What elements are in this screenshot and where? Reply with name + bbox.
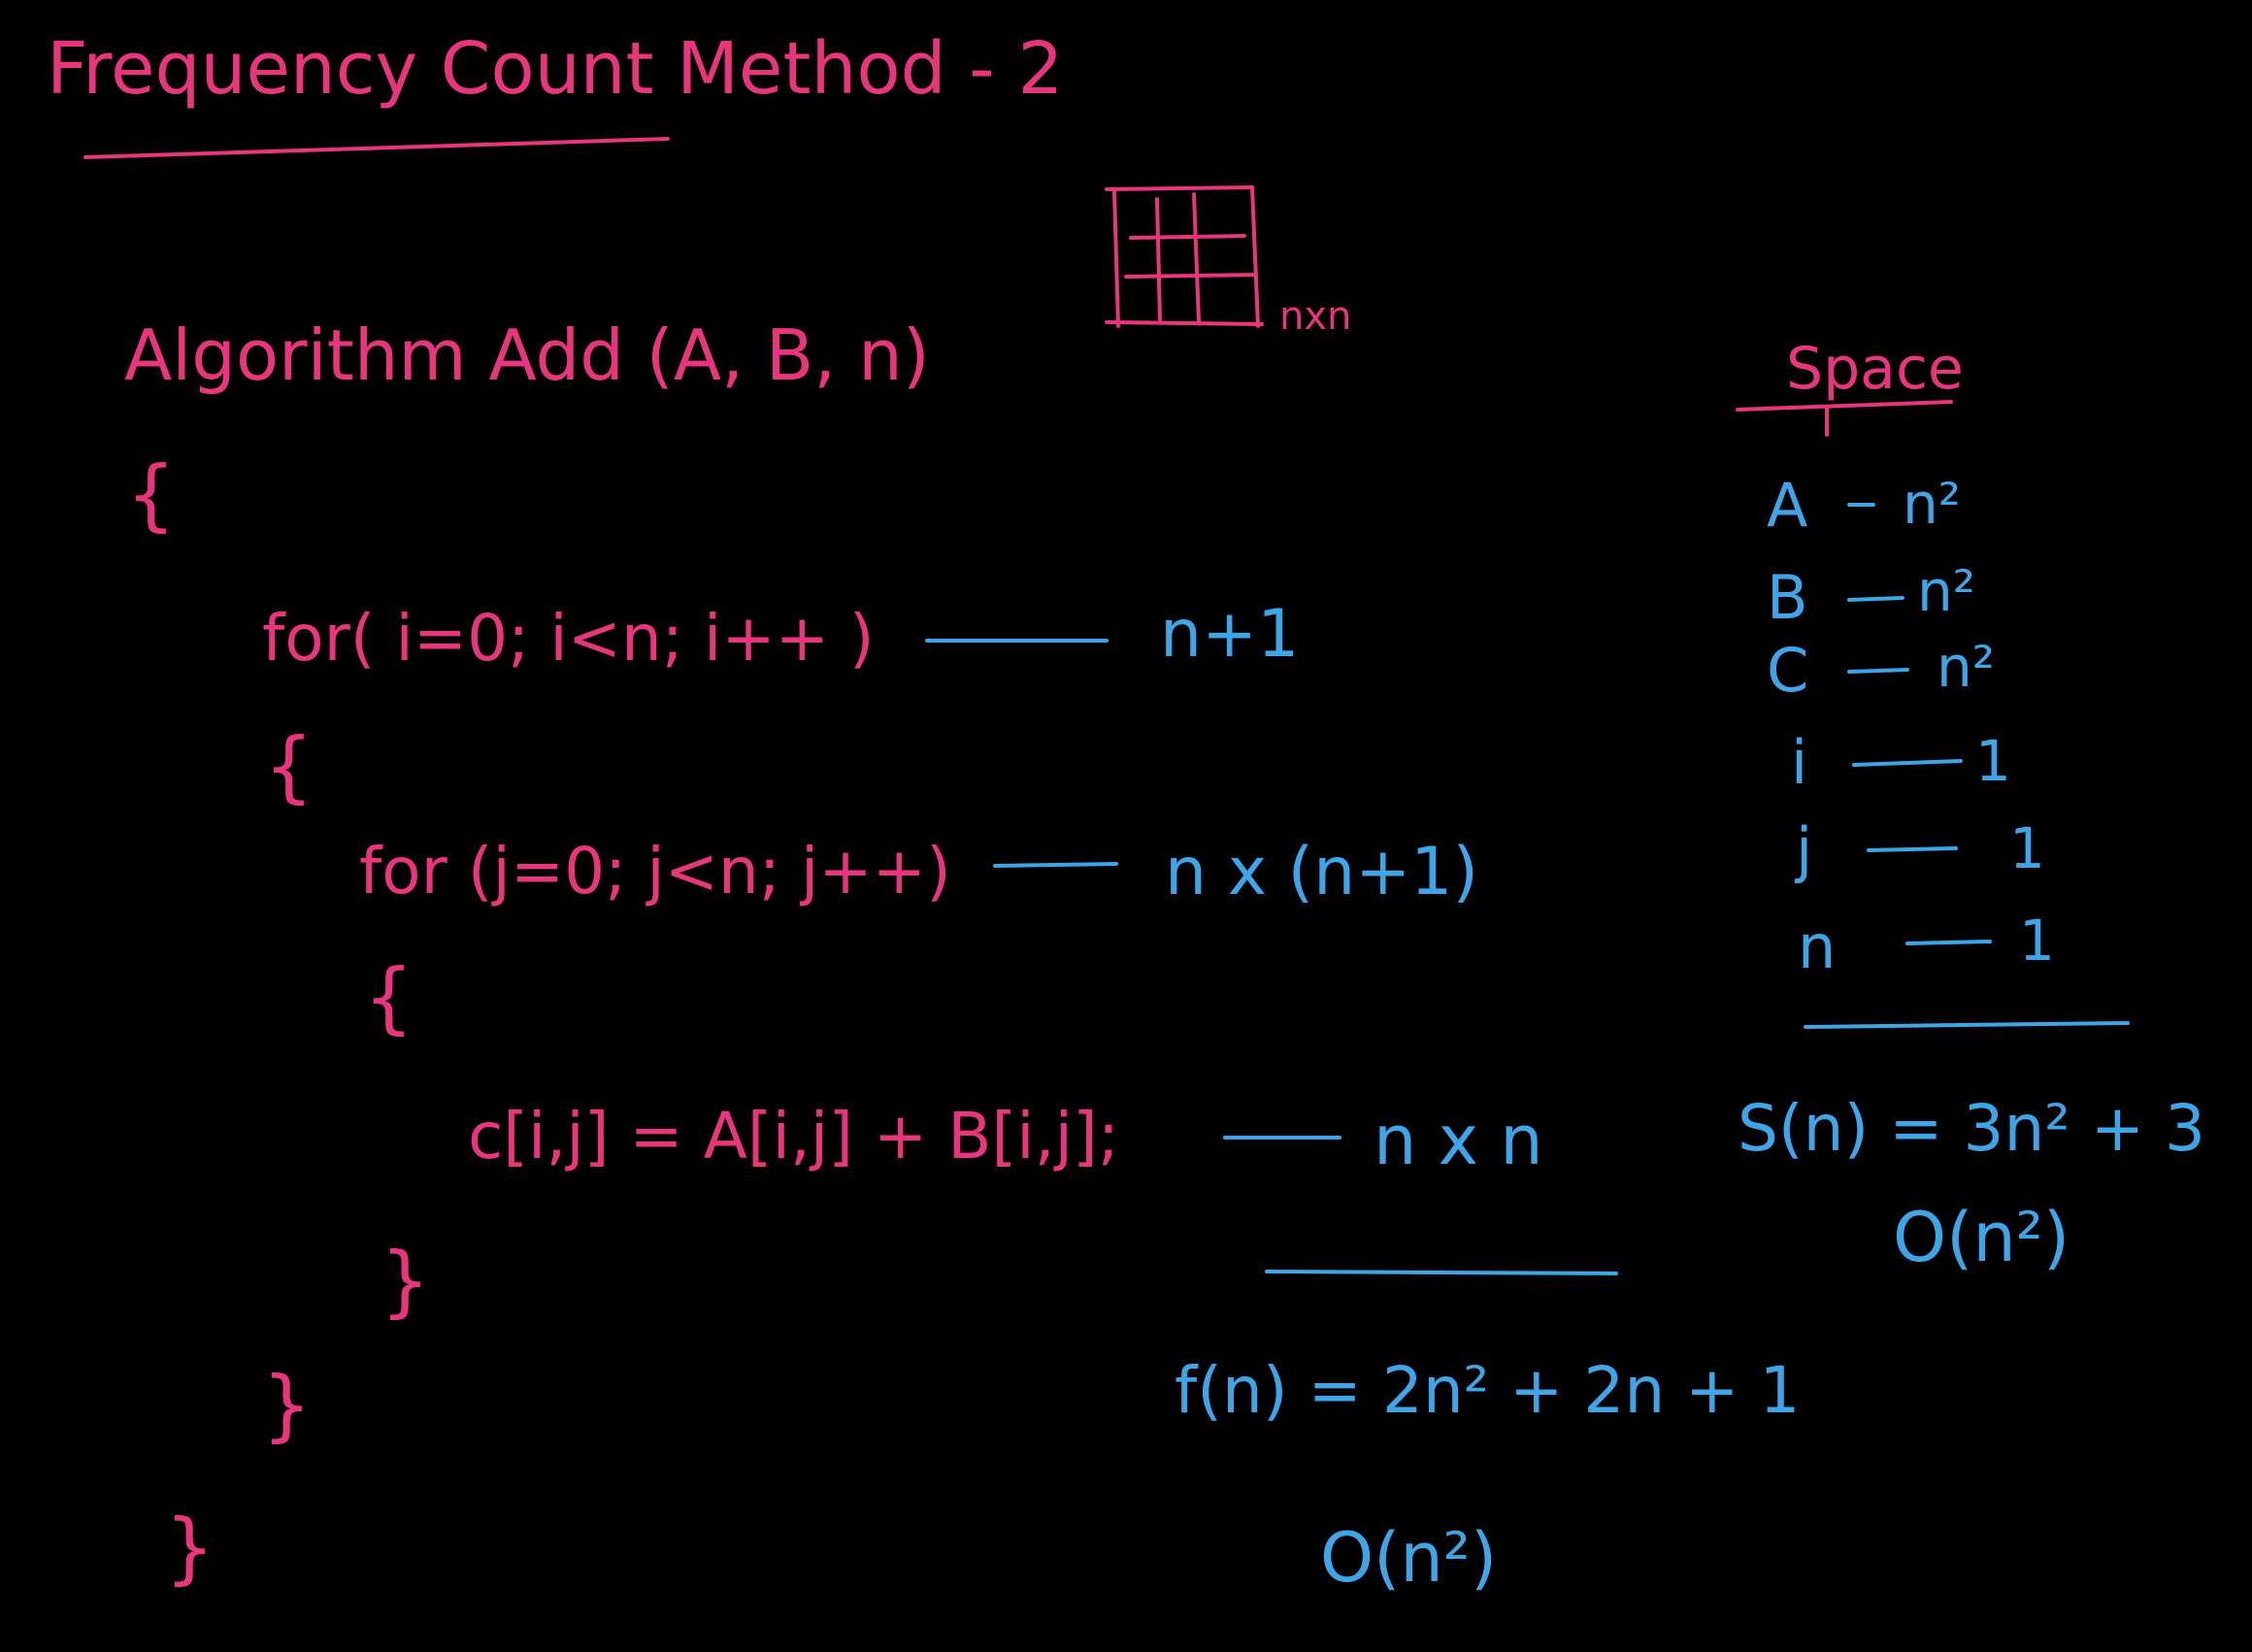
space-var-n: n	[1798, 911, 1837, 982]
time-sum-line	[1265, 1270, 1618, 1275]
outer-loop-count: n+1	[1160, 596, 1300, 673]
inner-loop-dash	[993, 862, 1118, 868]
matrix-size-label: nxn	[1279, 294, 1352, 339]
algorithm-header: Algorithm Add (A, B, n)	[124, 314, 930, 396]
space-title: Space	[1786, 335, 1964, 403]
inner-loop-open-brace: {	[364, 952, 414, 1042]
inner-loop-count: n x (n+1)	[1165, 834, 1478, 910]
space-size-i: 1	[1975, 728, 2011, 794]
time-function: f(n) = 2n² + 2n + 1	[1175, 1353, 1801, 1428]
outer-loop-line: for( i=0; i<n; i++ )	[262, 601, 875, 676]
space-sum-line	[1804, 1021, 2130, 1029]
space-var-i: i	[1791, 727, 1808, 798]
space-var-c: C	[1767, 635, 1809, 706]
matrix-grid-icon	[1105, 185, 1264, 328]
space-var-b: B	[1767, 562, 1808, 633]
ink-strokes	[83, 137, 2130, 1275]
outer-loop-open-brace: {	[264, 721, 314, 811]
algorithm-open-brace: {	[126, 449, 176, 540]
space-size-j: 1	[2009, 815, 2045, 881]
space-size-b: n²	[1917, 558, 1976, 624]
time-order: O(n²)	[1320, 1518, 1498, 1598]
space-size-c: n²	[1937, 634, 1996, 700]
statement-line: c[i,j] = A[i,j] + B[i,j];	[468, 1099, 1119, 1173]
space-order: O(n²)	[1893, 1198, 2070, 1277]
space-title-underline	[1736, 400, 1953, 412]
statement-count: n x n	[1374, 1101, 1543, 1180]
outer-loop-close-brace: }	[262, 1360, 312, 1450]
inner-loop-line: for (j=0; j<n; j++)	[359, 834, 951, 909]
space-var-j: j	[1796, 814, 1813, 885]
space-var-a: A	[1767, 470, 1808, 541]
inner-loop-close-brace: }	[381, 1236, 430, 1326]
space-function: S(n) = 3n² + 3	[1738, 1091, 2206, 1166]
space-size-n: 1	[2019, 908, 2055, 974]
page-title: Frequency Count Method - 2	[47, 27, 1064, 111]
space-size-a: n²	[1903, 471, 1962, 537]
algorithm-close-brace: }	[165, 1503, 215, 1593]
title-underline	[83, 137, 670, 159]
